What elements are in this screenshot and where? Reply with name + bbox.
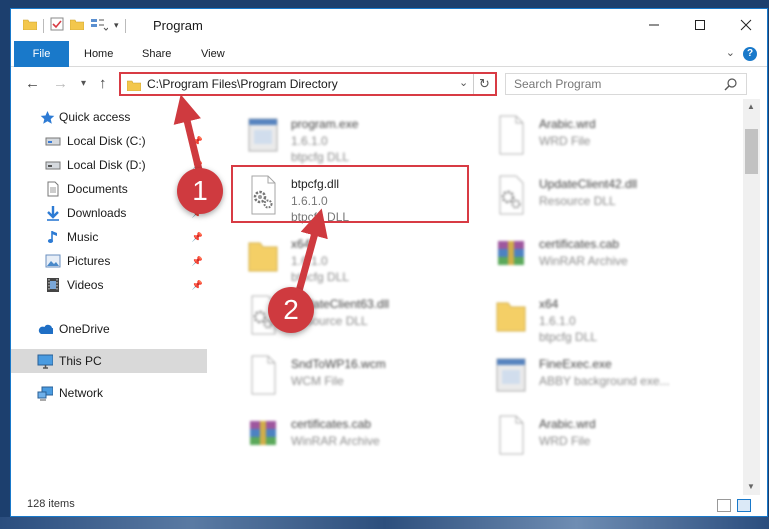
step-badge-1: 1 xyxy=(177,168,223,214)
annotation-arrows xyxy=(173,94,328,303)
step-badge-2: 2 xyxy=(268,287,314,333)
arrow-to-address-bar xyxy=(173,94,204,175)
